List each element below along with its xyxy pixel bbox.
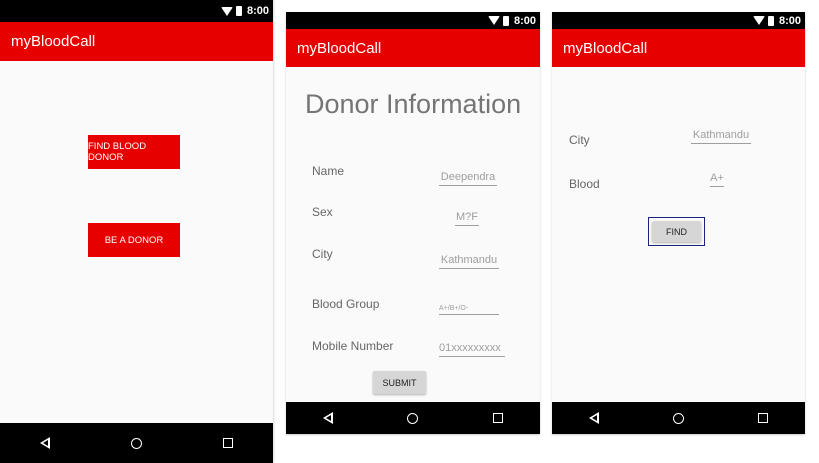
find-button-focus-ring: FIND — [648, 217, 705, 246]
recent-apps-icon[interactable] — [492, 413, 503, 423]
home-icon[interactable] — [407, 412, 419, 424]
navigation-bar — [286, 402, 540, 434]
battery-icon — [502, 15, 509, 26]
recent-apps-icon[interactable] — [222, 438, 233, 448]
recent-apps-icon[interactable] — [758, 413, 768, 423]
city-label: City — [312, 247, 333, 261]
status-bar: 8:00 — [0, 0, 273, 22]
mobile-number-field[interactable]: 01xxxxxxxxx — [439, 342, 505, 357]
app-title: myBloodCall — [297, 39, 382, 57]
find-donor-screen: 8:00 myBloodCall City Kathmandu Blood A+… — [552, 12, 805, 434]
sex-label: Sex — [312, 205, 333, 219]
find-blood-donor-button[interactable]: FIND BLOOD DONOR — [88, 135, 180, 169]
sex-field[interactable]: M?F — [455, 211, 479, 226]
navigation-bar — [552, 402, 805, 434]
blood-label: Blood — [569, 177, 600, 191]
find-button[interactable]: FIND — [652, 221, 701, 242]
city-field[interactable]: Kathmandu — [691, 129, 751, 144]
status-time: 8:00 — [246, 5, 269, 17]
app-title: myBloodCall — [11, 33, 96, 50]
status-time: 8:00 — [513, 14, 536, 27]
battery-icon — [235, 6, 242, 16]
app-title: myBloodCall — [563, 39, 648, 57]
blood-group-field[interactable]: A+/B+/O- — [439, 305, 499, 315]
name-label: Name — [312, 164, 345, 178]
app-bar: myBloodCall — [552, 29, 805, 67]
back-icon[interactable] — [323, 412, 334, 424]
name-field[interactable]: Deependra — [439, 171, 497, 186]
navigation-bar — [0, 423, 273, 463]
donor-information-screen: 8:00 myBloodCall Donor Information Name … — [286, 12, 540, 434]
mobile-number-label: Mobile Number — [312, 339, 394, 353]
wifi-icon — [220, 6, 233, 16]
blood-group-label: Blood Group — [312, 297, 380, 311]
home-screen: 8:00 myBloodCall FIND BLOOD DONOR BE A D… — [0, 0, 273, 463]
back-icon[interactable] — [40, 437, 51, 449]
be-a-donor-button[interactable]: BE A DONOR — [88, 223, 180, 257]
city-label: City — [569, 133, 590, 147]
city-field[interactable]: Kathmandu — [439, 254, 499, 269]
blood-field[interactable]: A+ — [710, 172, 724, 187]
page-title: Donor Information — [305, 89, 522, 119]
app-bar: myBloodCall — [286, 29, 540, 67]
submit-button[interactable]: SUBMIT — [373, 371, 426, 394]
home-icon[interactable] — [673, 412, 684, 424]
status-bar: 8:00 — [286, 12, 540, 29]
status-bar: 8:00 — [552, 12, 805, 29]
home-icon[interactable] — [130, 437, 142, 449]
wifi-icon — [752, 16, 765, 25]
back-icon[interactable] — [589, 412, 599, 424]
battery-icon — [767, 15, 774, 26]
wifi-icon — [487, 16, 500, 25]
status-time: 8:00 — [778, 14, 801, 27]
app-bar: myBloodCall — [0, 22, 273, 61]
